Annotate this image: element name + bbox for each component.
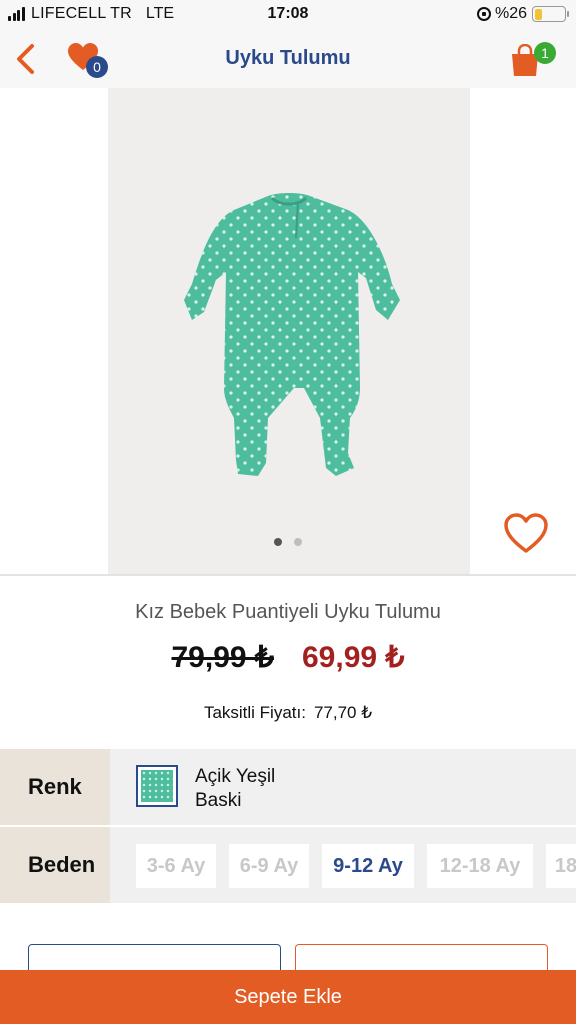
product-photo [108, 88, 470, 574]
product-gallery[interactable] [0, 88, 576, 574]
installment-price: 77,70 ₺ [313, 703, 373, 722]
swatch-pattern [141, 770, 173, 802]
sleepsuit-image [184, 193, 400, 476]
size-label: Beden [0, 827, 110, 903]
size-option[interactable]: 12-18 Ay [427, 844, 533, 888]
product-name: Kız Bebek Puantiyeli Uyku Tulumu [135, 601, 441, 623]
installment-label: Taksitli Fiyatı: [203, 703, 306, 722]
battery-percent: %26 [494, 5, 527, 22]
status-bar: LIFECELL TR LTE 17:08 %26 [0, 0, 576, 30]
page-title: Uyku Tulumu [225, 47, 351, 69]
size-list[interactable]: 3-6 Ay 6-9 Ay 9-12 Ay 12-18 Ay 18 [136, 844, 576, 888]
gallery-dot[interactable] [274, 538, 282, 546]
size-option[interactable]: 9-12 Ay [322, 844, 414, 888]
color-label: Renk [0, 749, 110, 825]
installment-price-row: Taksitli Fiyatı: 77,70 ₺ [0, 703, 576, 723]
battery-icon [532, 6, 569, 22]
old-price: 79,99 ₺ [171, 641, 275, 674]
divider [0, 574, 576, 576]
nav-bar: 0 Uyku Tulumu 1 [0, 30, 576, 88]
color-name: Açik Yeşil Baski [195, 765, 315, 813]
color-swatch[interactable] [136, 765, 178, 807]
color-option-row: Renk Açik Yeşil Baski [0, 749, 576, 825]
size-option-row: Beden 3-6 Ay 6-9 Ay 9-12 Ay 12-18 Ay 18 [0, 827, 576, 903]
rotation-lock-icon [476, 7, 491, 21]
gallery-dot[interactable] [294, 538, 302, 546]
cart-button[interactable]: 1 [508, 40, 556, 80]
size-option[interactable]: 18 [546, 844, 576, 888]
color-name-line1: Açik Yeşil [195, 766, 276, 787]
add-to-favorites-button[interactable] [503, 513, 551, 559]
color-name-line2: Baski [195, 790, 242, 811]
price-block: 79,99 ₺ 69,99 ₺ [0, 640, 576, 675]
heart-outline-icon [504, 513, 548, 553]
size-option[interactable]: 6-9 Ay [229, 844, 309, 888]
size-option[interactable]: 3-6 Ay [136, 844, 216, 888]
gallery-pagination [0, 538, 576, 546]
battery-fill [534, 8, 543, 20]
status-right: %26 [476, 5, 569, 23]
discounted-price: 69,99 ₺ [302, 641, 405, 674]
cart-count-badge: 1 [534, 42, 556, 64]
product-detail-screen: LIFECELL TR LTE 17:08 %26 0 Uyku Tulumu [0, 0, 576, 1024]
add-to-cart-button[interactable]: Sepete Ekle [0, 970, 576, 1024]
